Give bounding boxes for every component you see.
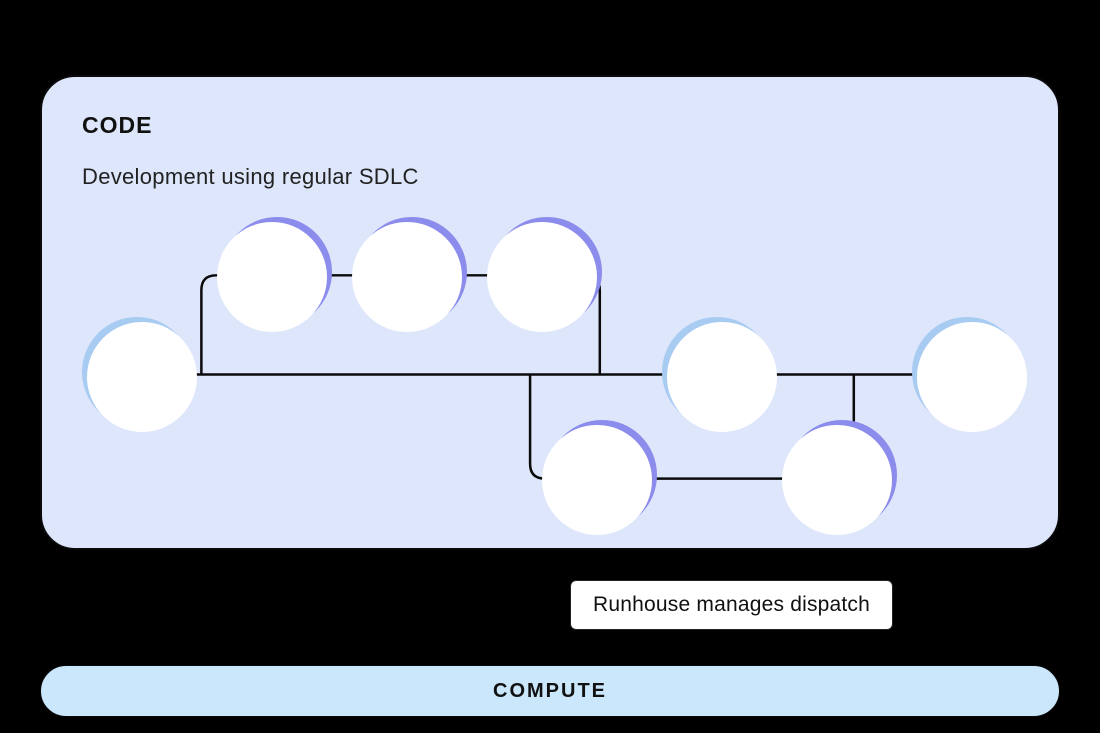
- graph-node-8: [917, 322, 1027, 432]
- graph-node-6: [667, 322, 777, 432]
- code-title: CODE: [82, 112, 1018, 139]
- graph-node-4: [487, 222, 597, 332]
- graph-node-5: [542, 425, 652, 535]
- graph-node-1: [87, 322, 197, 432]
- dispatch-label: Runhouse manages dispatch: [570, 580, 893, 630]
- code-subtitle: Development using regular SDLC: [82, 164, 1018, 190]
- graph-node-7: [782, 425, 892, 535]
- graph-node-3: [352, 222, 462, 332]
- compute-label: COMPUTE: [493, 680, 607, 703]
- code-panel: CODE Development using regular SDLC: [40, 75, 1060, 550]
- graph-node-2: [217, 222, 327, 332]
- graph-edges: [42, 77, 1058, 548]
- compute-bar: COMPUTE: [40, 665, 1060, 717]
